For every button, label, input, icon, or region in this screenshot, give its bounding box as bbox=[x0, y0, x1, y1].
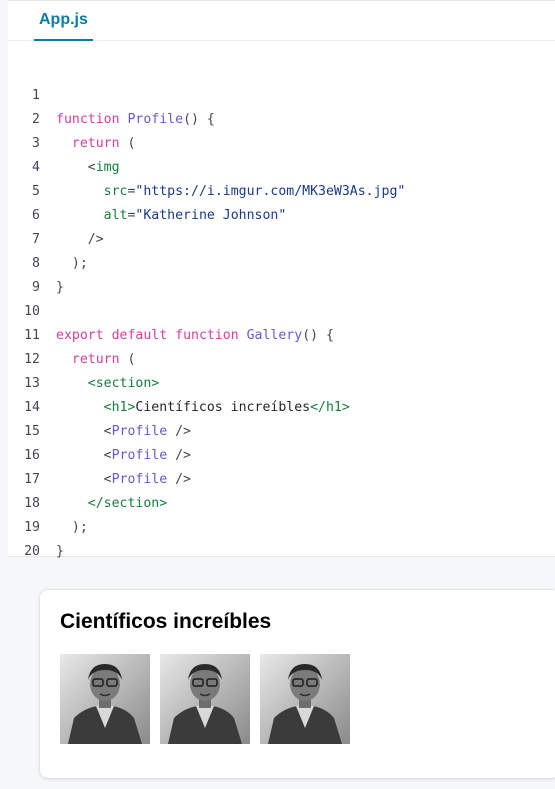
code-line: 8 } bbox=[8, 228, 555, 295]
code-area[interactable]: 1 function Profile() { 2 return ( 3 <img… bbox=[8, 60, 555, 559]
profile-photo bbox=[160, 654, 250, 744]
code-line: 5 alt="Katherine Johnson" bbox=[8, 156, 555, 223]
code-line: 10 export default function Gallery() { bbox=[8, 276, 555, 343]
preview-panel: Científicos increíbles bbox=[40, 590, 555, 778]
code-line: 7 ); bbox=[8, 204, 555, 271]
code-line: 3 <img bbox=[8, 108, 555, 175]
code-line: 9 bbox=[8, 252, 555, 295]
code-line: 20 bbox=[8, 516, 555, 559]
code-line: 2 return ( bbox=[8, 84, 555, 151]
code-line: 1 function Profile() { bbox=[8, 60, 555, 127]
code-line: 15 <Profile /> bbox=[8, 396, 555, 463]
profile-photo bbox=[60, 654, 150, 744]
code-line: 12 <section> bbox=[8, 324, 555, 391]
code-line: 14 <Profile /> bbox=[8, 372, 555, 439]
code-line: 17 </section> bbox=[8, 444, 555, 511]
line-number: 20 bbox=[24, 544, 40, 559]
code-line: 13 <h1>Científicos increíbles</h1> bbox=[8, 348, 555, 415]
code-line: 19 } bbox=[8, 492, 555, 559]
tab-app-js[interactable]: App.js bbox=[34, 1, 93, 41]
code-line: 16 <Profile /> bbox=[8, 420, 555, 487]
editor-tabbar: App.js bbox=[8, 1, 555, 41]
punctuation: } bbox=[56, 544, 64, 559]
code-line: 6 /> bbox=[8, 180, 555, 247]
code-editor: App.js 1 function Profile() { 2 return (… bbox=[8, 0, 555, 559]
preview-heading: Científicos increíbles bbox=[60, 610, 272, 633]
code-line: 18 ); bbox=[8, 468, 555, 535]
code-line: 4 src="https://i.imgur.com/MK3eW3As.jpg" bbox=[8, 132, 555, 199]
code-line: 11 return ( bbox=[8, 300, 555, 367]
profile-photo bbox=[260, 654, 350, 744]
